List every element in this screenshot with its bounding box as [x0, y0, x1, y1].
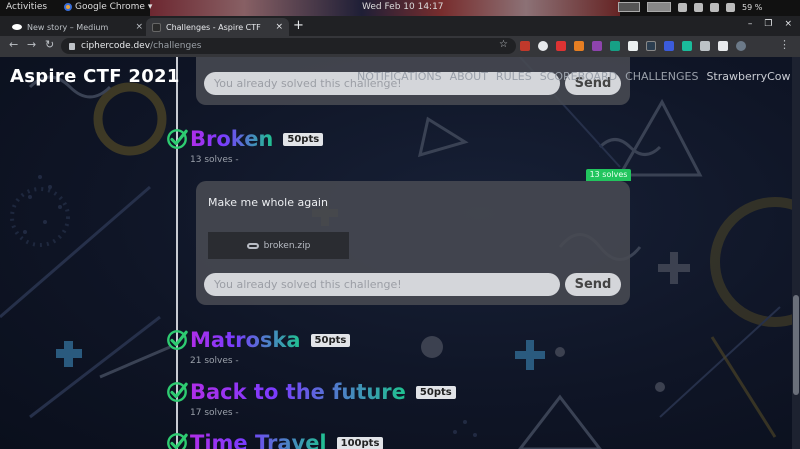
extensions-row — [520, 41, 746, 51]
flag-input[interactable]: You already solved this challenge! — [204, 273, 560, 296]
nav-rules[interactable]: RULES — [496, 70, 532, 83]
minimize-button[interactable]: – — [748, 19, 753, 29]
challenge-back-to-the-future[interactable]: Back to the future 50pts — [166, 380, 456, 404]
back-button[interactable]: ← — [9, 38, 18, 51]
page-content: You already solved this challenge! Send … — [0, 57, 800, 449]
activities-button[interactable]: Activities — [6, 2, 47, 12]
lock-icon[interactable] — [69, 42, 75, 50]
bluetooth-icon[interactable] — [710, 2, 719, 12]
challenge-broken[interactable]: Broken 50pts — [166, 127, 324, 151]
tray-monitor-icon[interactable] — [618, 2, 640, 12]
app-menu[interactable]: Google Chrome ▾ — [64, 2, 152, 12]
clock[interactable]: Wed Feb 10 14:17 — [362, 2, 444, 12]
chevron-down-icon: ▾ — [147, 2, 153, 12]
points-badge: 50pts — [283, 132, 324, 146]
solve-count: 13 solves - — [190, 155, 239, 165]
challenge-name: Matroska — [190, 328, 301, 352]
page-scrollbar[interactable] — [792, 57, 800, 449]
puzzle-icon[interactable] — [718, 41, 728, 51]
site-title[interactable]: Aspire CTF 2021 — [10, 66, 180, 87]
username: StrawberryCow — [706, 70, 791, 83]
send-button[interactable]: Send — [565, 273, 621, 296]
ctf-favicon-icon — [152, 22, 161, 32]
nav-notifications[interactable]: NOTIFICATIONS — [357, 70, 442, 83]
challenge-name: Broken — [190, 127, 274, 151]
new-tab-button[interactable]: + — [293, 18, 304, 33]
tab-challenges[interactable]: Challenges - Aspire CTF × — [146, 18, 289, 36]
maximize-button[interactable]: ❐ — [764, 19, 772, 29]
network-icon[interactable] — [694, 2, 703, 12]
volume-icon[interactable] — [678, 2, 687, 12]
close-icon[interactable]: × — [275, 22, 283, 32]
app-menu-label: Google Chrome — [75, 2, 145, 12]
extension-icon[interactable] — [646, 41, 656, 51]
chrome-icon — [64, 3, 72, 11]
power-icon[interactable] — [726, 2, 735, 12]
check-circle-icon — [167, 433, 188, 449]
extension-icon[interactable] — [574, 41, 584, 51]
challenge-name: Time Travel — [190, 431, 327, 449]
user-menu[interactable]: StrawberryCow▼ — [706, 70, 800, 83]
tray-window-icon[interactable] — [647, 2, 671, 12]
points-badge: 50pts — [310, 333, 351, 347]
extension-icon[interactable] — [592, 41, 602, 51]
extension-icon[interactable] — [610, 41, 620, 51]
nav-about[interactable]: ABOUT — [450, 70, 488, 83]
tab-title: Challenges - Aspire CTF — [166, 22, 261, 32]
solve-count: 21 solves - — [190, 356, 239, 366]
forward-button[interactable]: → — [27, 38, 36, 51]
bookmark-star-icon[interactable]: ☆ — [499, 39, 508, 50]
extension-icon[interactable] — [682, 41, 692, 51]
check-circle-icon — [167, 330, 188, 350]
site-nav: NOTIFICATIONS ABOUT RULES SCOREBOARD CHA… — [357, 70, 800, 83]
solve-count: 17 solves - — [190, 408, 239, 418]
extension-icon[interactable] — [628, 41, 638, 51]
battery-indicator[interactable]: 59 % — [742, 3, 762, 12]
challenge-name: Back to the future — [190, 380, 406, 404]
download-file-button[interactable]: broken.zip — [208, 232, 349, 259]
challenge-matroska[interactable]: Matroska 50pts — [166, 328, 351, 352]
address-bar[interactable]: ciphercode.dev /challenges ☆ — [61, 38, 516, 54]
url-path: /challenges — [150, 41, 202, 51]
window-close-button[interactable]: × — [784, 19, 792, 29]
file-name: broken.zip — [263, 240, 311, 251]
check-circle-icon — [167, 382, 188, 402]
system-top-bar: Activities Google Chrome ▾ Wed Feb 10 14… — [0, 0, 800, 16]
challenge-time-travel[interactable]: Time Travel 100pts — [166, 431, 384, 449]
tab-title: New story – Medium — [27, 22, 109, 32]
extension-icon[interactable] — [556, 41, 566, 51]
nav-scoreboard[interactable]: SCOREBOARD — [540, 70, 617, 83]
extension-icon[interactable] — [700, 41, 710, 51]
browser-menu-button[interactable]: ⋮ — [779, 38, 790, 51]
points-badge: 50pts — [415, 385, 456, 399]
solves-tag: 13 solves — [586, 169, 631, 181]
window-controls: – ❐ × — [748, 19, 792, 29]
link-icon — [246, 242, 259, 249]
challenge-card-expanded: Make me whole again broken.zip You alrea… — [196, 181, 630, 305]
points-badge: 100pts — [336, 436, 384, 449]
medium-favicon-icon — [12, 24, 22, 30]
nav-challenges[interactable]: CHALLENGES — [625, 70, 698, 83]
tab-medium[interactable]: New story – Medium × — [6, 18, 149, 36]
profile-avatar[interactable] — [736, 41, 746, 51]
url-host: ciphercode.dev — [81, 41, 151, 51]
extension-icon[interactable] — [664, 41, 674, 51]
close-icon[interactable]: × — [135, 22, 143, 32]
extension-icon[interactable] — [538, 41, 548, 51]
extension-icon[interactable] — [520, 41, 530, 51]
tab-strip: New story – Medium × Challenges - Aspire… — [0, 16, 800, 36]
check-circle-icon — [167, 129, 188, 149]
scrollbar-thumb[interactable] — [793, 295, 799, 395]
system-tray[interactable]: 59 % — [618, 2, 762, 12]
reload-button[interactable]: ↻ — [45, 38, 54, 51]
challenge-description: Make me whole again — [208, 196, 328, 209]
